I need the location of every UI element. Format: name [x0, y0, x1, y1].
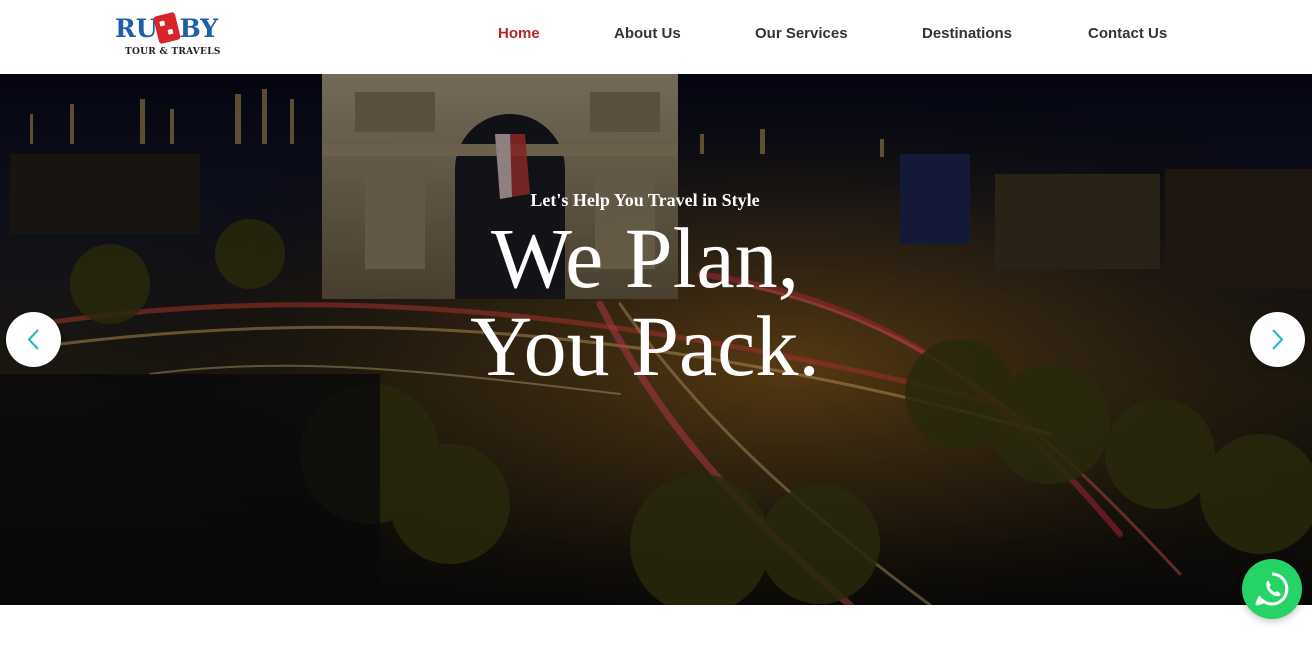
hero-headline: We Plan, You Pack.	[0, 214, 1290, 390]
main-nav: Home About Us Our Services Destinations …	[0, 0, 1312, 74]
hero-headline-line2: You Pack.	[470, 298, 820, 394]
chevron-right-icon	[1272, 329, 1284, 350]
chevron-left-icon	[27, 329, 39, 350]
site-header: RU BY TOUR & TRAVELS Home About Us Our Se…	[0, 0, 1312, 74]
hero-slider: Let's Help You Travel in Style We Plan, …	[0, 74, 1312, 605]
slider-next-button[interactable]	[1250, 312, 1305, 367]
nav-home[interactable]: Home	[498, 24, 540, 44]
nav-our-services[interactable]: Our Services	[755, 24, 848, 44]
whatsapp-icon	[1255, 572, 1289, 606]
hero-headline-line1: We Plan,	[490, 210, 800, 306]
whatsapp-chat-button[interactable]	[1242, 559, 1302, 619]
nav-destinations[interactable]: Destinations	[922, 24, 1012, 44]
slider-prev-button[interactable]	[6, 312, 61, 367]
nav-contact-us[interactable]: Contact Us	[1088, 24, 1167, 44]
hero-eyebrow: Let's Help You Travel in Style	[530, 190, 760, 210]
nav-about-us[interactable]: About Us	[614, 24, 681, 44]
